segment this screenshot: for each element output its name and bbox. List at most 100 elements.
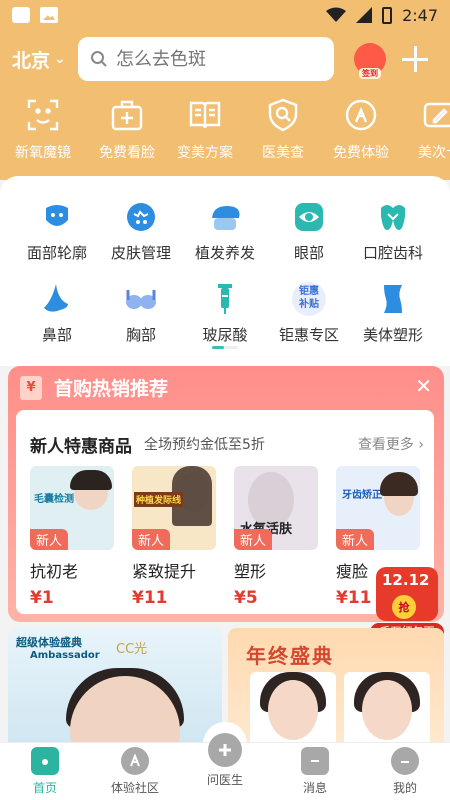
- new-user-badge: 新人: [234, 529, 273, 550]
- skin-care-icon: [127, 203, 155, 231]
- category-label: 钜惠专区: [278, 326, 339, 344]
- category-chest[interactable]: 胸部: [96, 282, 186, 345]
- category-panel: 面部轮廓 皮肤管理 植发养发 眼部 口腔齿科 鼻部 胸部 玻尿酸 钜惠 补贴 钜…: [0, 176, 450, 366]
- tab-label: 我的: [392, 781, 417, 795]
- quick-action-label: 变美方案: [177, 145, 233, 161]
- quick-action-card[interactable]: 美次卡: [396, 98, 450, 162]
- category-label: 口腔齿科: [362, 244, 423, 262]
- category-label: 鼻部: [41, 326, 72, 344]
- promo-header: ¥ 首购热销推荐: [20, 374, 168, 401]
- add-icon[interactable]: [402, 46, 428, 72]
- search-icon: [91, 51, 107, 67]
- banner-title: 年终盛典: [246, 644, 334, 668]
- product-price: ¥5: [234, 588, 258, 608]
- quick-action-mirror[interactable]: 新氧魔镜: [0, 98, 86, 162]
- face-scan-icon: [27, 99, 59, 131]
- banner-year-end[interactable]: 年终盛典: [228, 628, 444, 748]
- signal-icon: [356, 7, 373, 23]
- newcomer-subtitle: 全场预约金低至5折: [144, 437, 265, 453]
- nose-icon: [44, 284, 68, 312]
- tab-label: 问医生: [206, 773, 243, 787]
- card-edit-icon: [423, 102, 450, 128]
- medical-bag-icon: [111, 100, 143, 131]
- tab-profile[interactable]: 我的: [360, 743, 450, 800]
- banner-item-card[interactable]: [250, 672, 336, 748]
- home-icon: [31, 747, 59, 775]
- top-bar: 北京 ⌄ 签到: [0, 30, 450, 88]
- product-thumbnail: 水氧活肤 新人: [234, 466, 318, 550]
- category-body-shape[interactable]: 美体塑形: [348, 282, 438, 345]
- image-icon: [40, 7, 58, 23]
- page-indicator: [212, 346, 238, 349]
- chest-icon: [126, 290, 156, 309]
- quick-action-free-face[interactable]: 免费看脸: [84, 98, 170, 162]
- quick-action-label: 美次卡: [418, 145, 450, 161]
- product-thumbnail: 毛囊检测 新人: [30, 466, 114, 550]
- category-label: 面部轮廓: [26, 244, 87, 262]
- thumbnail-text: 毛囊检测: [34, 494, 74, 505]
- category-hair[interactable]: 植发养发: [180, 200, 270, 263]
- book-icon: [189, 101, 221, 129]
- signin-button[interactable]: 签到: [354, 43, 386, 79]
- status-bar: 2:47: [0, 0, 450, 30]
- category-label: 眼部: [293, 244, 324, 262]
- model-image: [268, 680, 318, 740]
- community-icon: [121, 747, 149, 775]
- shield-search-icon: [268, 98, 298, 132]
- category-face-contour[interactable]: 面部轮廓: [12, 200, 102, 263]
- banner-ambassador[interactable]: 超级体验盛典 Ambassador CC光: [8, 628, 222, 748]
- status-time: 2:47: [402, 5, 438, 25]
- chevron-down-icon: ⌄: [54, 51, 66, 67]
- experience-icon: [345, 99, 377, 131]
- view-more-link[interactable]: 查看更多 ›: [358, 434, 424, 454]
- thumbnail-text: 牙齿矫正: [342, 490, 382, 501]
- quick-action-label: 新氧魔镜: [15, 145, 71, 161]
- category-label: 美体塑形: [362, 326, 423, 344]
- search-bar[interactable]: [78, 37, 334, 81]
- category-hyaluronic[interactable]: 玻尿酸: [180, 282, 270, 345]
- body-shape-icon: [384, 285, 402, 313]
- quick-action-check[interactable]: 医美查: [240, 98, 326, 162]
- quick-action-beauty-plan[interactable]: 变美方案: [162, 98, 248, 162]
- syringe-icon: [218, 284, 232, 314]
- search-input[interactable]: [116, 48, 316, 70]
- thumbnail-text: 种植发际线: [134, 492, 184, 507]
- category-label: 植发养发: [194, 244, 255, 262]
- banner-brand-sub: Ambassador: [30, 650, 100, 661]
- tab-community[interactable]: 体验社区: [90, 743, 180, 800]
- profile-icon: [391, 747, 419, 775]
- signin-label: 签到: [359, 68, 381, 79]
- category-skin-care[interactable]: 皮肤管理: [96, 200, 186, 263]
- product-card[interactable]: 水氧活肤 新人 塑形 ¥5: [234, 466, 318, 608]
- product-price: ¥11: [132, 588, 168, 608]
- category-label: 皮肤管理: [110, 244, 171, 262]
- new-user-badge: 新人: [132, 529, 171, 550]
- category-eye[interactable]: 眼部: [264, 200, 354, 263]
- quick-action-free-trial[interactable]: 免费体验: [318, 98, 404, 162]
- quick-action-label: 医美查: [262, 145, 304, 161]
- city-selector[interactable]: 北京 ⌄: [12, 46, 78, 73]
- doctor-icon: [208, 733, 242, 767]
- discount-icon: 钜惠 补贴: [292, 282, 326, 316]
- category-nose[interactable]: 鼻部: [12, 282, 102, 345]
- tab-doctor[interactable]: 问医生: [180, 733, 270, 800]
- quick-action-label: 免费看脸: [99, 145, 155, 161]
- product-thumbnail: 种植发际线 新人: [132, 466, 216, 550]
- product-card[interactable]: 毛囊检测 新人 抗初老 ¥1: [30, 466, 114, 608]
- tab-home[interactable]: 首页: [0, 743, 90, 800]
- new-user-badge: 新人: [336, 529, 375, 550]
- category-dental[interactable]: 口腔齿科: [348, 200, 438, 263]
- promo-title: 首购热销推荐: [54, 378, 169, 400]
- banner-item-card[interactable]: [344, 672, 430, 748]
- product-price: ¥1: [30, 588, 54, 608]
- tab-label: 消息: [302, 781, 327, 795]
- tab-messages[interactable]: 消息: [270, 743, 360, 800]
- category-discount[interactable]: 钜惠 补贴 钜惠专区: [264, 282, 354, 345]
- quick-action-label: 免费体验: [333, 145, 389, 161]
- product-card[interactable]: 种植发际线 新人 紧致提升 ¥11: [132, 466, 216, 608]
- tab-label: 首页: [32, 781, 57, 795]
- battery-icon: [382, 6, 393, 24]
- category-label: 胸部: [125, 326, 156, 344]
- close-icon[interactable]: ✕: [415, 374, 432, 398]
- tooth-icon: [381, 205, 405, 230]
